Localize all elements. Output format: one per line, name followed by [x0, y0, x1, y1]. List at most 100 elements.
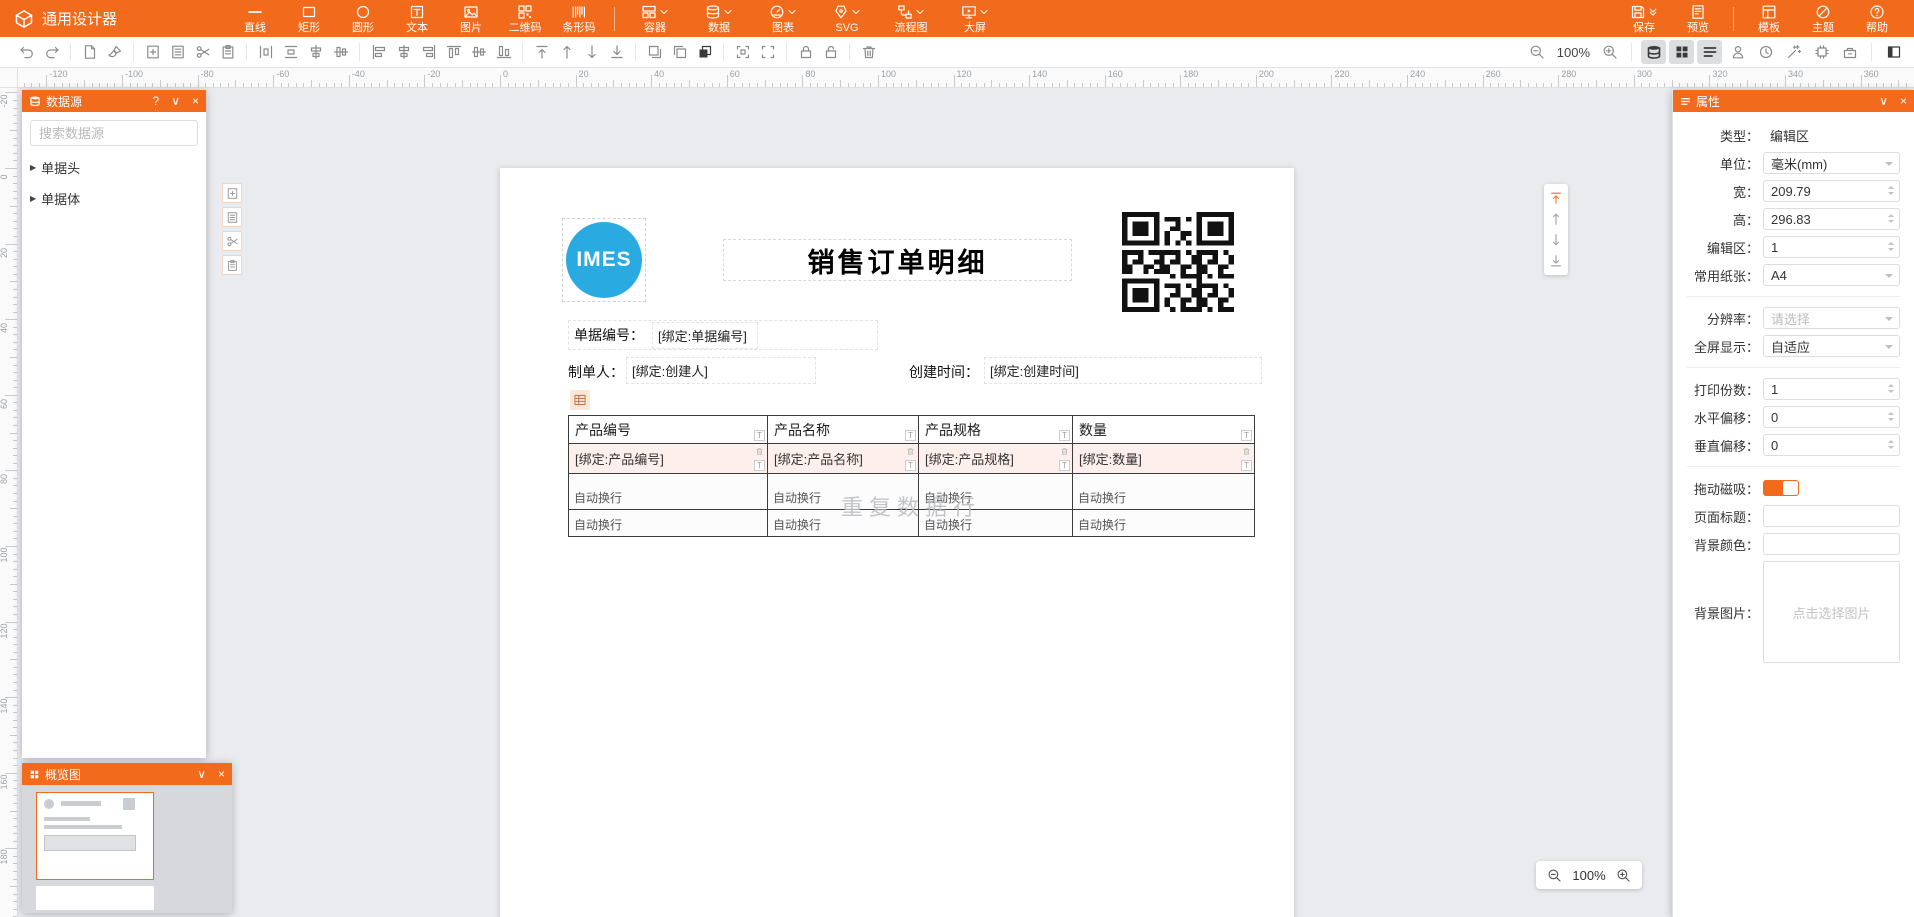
table-wrap-cell[interactable]: 自动换行 [768, 510, 919, 537]
scroll-bottom-icon[interactable] [1549, 254, 1563, 268]
panel-collapse-button[interactable]: ∨ [197, 768, 206, 780]
properties-panel-toggle[interactable] [1697, 40, 1722, 64]
table-binding-cell[interactable]: [绑定:产品名称]T [768, 444, 919, 474]
tool-rect[interactable]: 矩形 [282, 0, 336, 37]
panel-close-button[interactable]: × [218, 768, 225, 780]
tool-barcode[interactable]: 条形码 [552, 0, 606, 37]
ctime-binding[interactable]: [绑定:创建时间] [984, 357, 1262, 384]
table-header-cell[interactable]: 数量T [1073, 416, 1255, 444]
plugin-button[interactable] [1809, 40, 1834, 64]
table-header-cell[interactable]: 产品名称T [768, 416, 919, 444]
stepper-arrows-icon[interactable] [1888, 411, 1894, 422]
help-button[interactable]: 帮助 [1850, 0, 1904, 37]
datasource-search-input[interactable] [30, 120, 198, 146]
design-canvas[interactable]: IMES 销售订单明细 单据编号： [绑定:单据编号] 制单人： [绑定:创建人… [18, 88, 1914, 917]
stepper-arrows-icon[interactable] [1888, 185, 1894, 196]
qr-code[interactable] [1122, 212, 1234, 312]
zoom-in-button[interactable] [1597, 40, 1622, 64]
table-header-cell[interactable]: 产品规格T [919, 416, 1073, 444]
lock-button[interactable] [793, 40, 818, 64]
zoom-out-button[interactable] [1525, 40, 1550, 64]
tool-chart[interactable]: 图表 [751, 0, 815, 37]
delete-icon[interactable] [905, 446, 916, 457]
bg-image-picker[interactable]: 点击选择图片 [1763, 561, 1900, 663]
table-wrap-cell[interactable]: 自动换行 [919, 474, 1073, 510]
send-backward-button[interactable] [579, 40, 604, 64]
save-button[interactable]: 保存 [1617, 0, 1671, 37]
table-wrap-cell[interactable]: 自动换行 [768, 474, 919, 510]
align-right-button[interactable] [416, 40, 441, 64]
panel-collapse-button[interactable]: ∨ [1879, 95, 1888, 107]
field-doc-no[interactable]: 单据编号： [绑定:单据编号] [568, 320, 878, 350]
doc-no-binding[interactable]: [绑定:单据编号] [652, 322, 758, 349]
template-button[interactable]: 模板 [1742, 0, 1796, 37]
table-settings-icon[interactable] [570, 390, 590, 410]
theme-button[interactable]: 主题 [1796, 0, 1850, 37]
tool-data[interactable]: 数据 [687, 0, 751, 37]
detail-button[interactable] [165, 40, 190, 64]
scissors-icon[interactable] [222, 231, 242, 251]
panel-help-button[interactable]: ? [153, 95, 160, 107]
copy-button[interactable] [667, 40, 692, 64]
add-page-icon[interactable] [222, 183, 242, 203]
table-wrap-cell[interactable]: 自动换行 [1073, 474, 1255, 510]
tool-image[interactable]: 图片 [444, 0, 498, 37]
overview-page2-thumbnail[interactable] [36, 886, 154, 910]
table-binding-cell[interactable]: [绑定:产品编号]T [569, 444, 768, 474]
tool-qrcode[interactable]: 二维码 [498, 0, 552, 37]
distribute-vertical-button[interactable] [278, 40, 303, 64]
page-title-input[interactable] [1763, 505, 1900, 527]
table-binding-cell[interactable]: [绑定:产品规格]T [919, 444, 1073, 474]
paste-button[interactable] [215, 40, 240, 64]
format-brush-button[interactable] [102, 40, 127, 64]
align-top-button[interactable] [441, 40, 466, 64]
group-button[interactable] [730, 40, 755, 64]
bg-color-input[interactable] [1763, 533, 1900, 555]
bring-forward-button[interactable] [554, 40, 579, 64]
send-to-back-button[interactable] [604, 40, 629, 64]
layout-button[interactable] [1881, 40, 1906, 64]
unit-select[interactable]: 毫米(mm) [1763, 152, 1900, 174]
unlock-button[interactable] [818, 40, 843, 64]
ungroup-button[interactable] [755, 40, 780, 64]
drag-snap-toggle[interactable] [1763, 480, 1799, 496]
center-vertical-button[interactable] [328, 40, 353, 64]
zoom-in-icon[interactable] [1616, 868, 1631, 883]
datasource-panel-toggle[interactable] [1641, 40, 1666, 64]
print-copies-stepper[interactable]: 1 [1763, 378, 1900, 400]
page[interactable]: IMES 销售订单明细 单据编号： [绑定:单据编号] 制单人： [绑定:创建人… [500, 168, 1294, 917]
align-bottom-button[interactable] [491, 40, 516, 64]
panel-collapse-button[interactable]: ∨ [171, 95, 180, 107]
scroll-down-icon[interactable] [1549, 233, 1563, 247]
overview-minimap[interactable] [22, 785, 232, 913]
tree-item-body[interactable]: ▶ 单据体 [30, 189, 198, 208]
panel-close-button[interactable]: × [192, 95, 199, 107]
center-horizontal-button[interactable] [303, 40, 328, 64]
stepper-arrows-icon[interactable] [1888, 439, 1894, 450]
fullscreen-select[interactable]: 自适应 [1763, 335, 1900, 357]
layers-button[interactable] [692, 40, 717, 64]
delete-icon[interactable] [1241, 446, 1252, 457]
scroll-top-icon[interactable] [1549, 191, 1563, 205]
new-file-button[interactable] [77, 40, 102, 64]
tree-item-header[interactable]: ▶ 单据头 [30, 158, 198, 177]
tool-container[interactable]: 容器 [623, 0, 687, 37]
preview-button[interactable]: 预览 [1671, 0, 1725, 37]
detail-table[interactable]: 产品编号T 产品名称T 产品规格T 数量T [绑定:产品编号]T [绑定:产品名… [568, 415, 1255, 537]
distribute-horizontal-button[interactable] [253, 40, 278, 64]
align-left-button[interactable] [366, 40, 391, 64]
tool-line[interactable]: 直线 [228, 0, 282, 37]
undo-button[interactable] [14, 40, 39, 64]
stepper-arrows-icon[interactable] [1888, 241, 1894, 252]
copy-icon[interactable] [222, 255, 242, 275]
tool-flowchart[interactable]: 流程图 [879, 0, 943, 37]
add-element-button[interactable] [140, 40, 165, 64]
table-binding-cell[interactable]: [绑定:数量]T [1073, 444, 1255, 474]
table-wrap-cell[interactable]: 自动换行 [919, 510, 1073, 537]
align-middle-button[interactable] [466, 40, 491, 64]
panel-close-button[interactable]: × [1900, 95, 1907, 107]
overview-panel-header[interactable]: 概览图 ∨ × [22, 763, 232, 785]
overview-panel-toggle[interactable] [1669, 40, 1694, 64]
resolution-select[interactable]: 请选择 [1763, 307, 1900, 329]
history-button[interactable] [1753, 40, 1778, 64]
